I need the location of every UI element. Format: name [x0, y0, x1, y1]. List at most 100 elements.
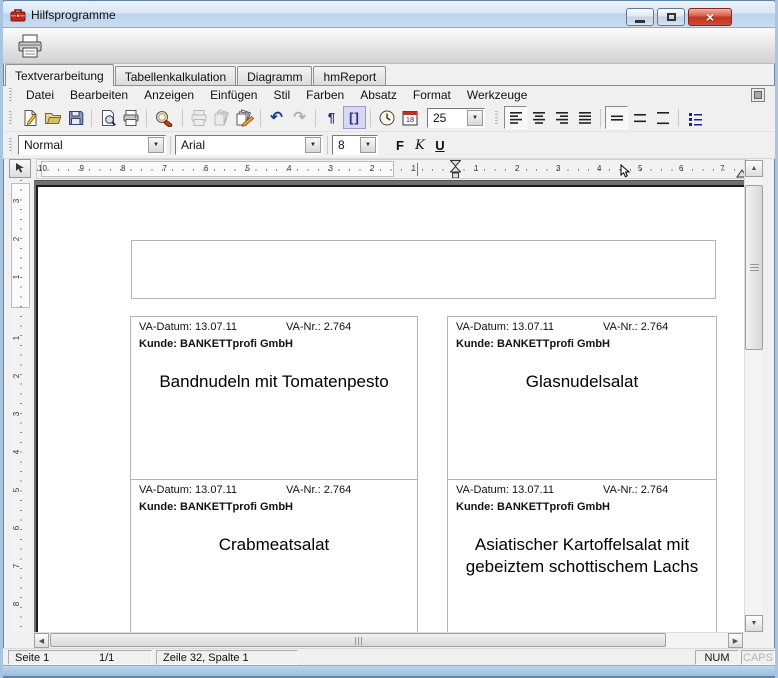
dropdown-arrow-icon[interactable]: ▼: [360, 137, 376, 153]
ruler-number: 4: [12, 449, 22, 455]
edit-labels-button[interactable]: [233, 106, 256, 129]
ruler-number: 1: [474, 164, 479, 173]
scrollbar-corner: [744, 632, 762, 647]
label-cell[interactable]: VA-Datum: 13.07.11 VA-Nr.: 2.764 Kunde: …: [447, 316, 717, 480]
ruler-number: 3: [328, 164, 333, 173]
scroll-down-button[interactable]: ▼: [745, 615, 763, 632]
align-left-button[interactable]: [504, 106, 527, 129]
tab[interactable]: Diagramm: [237, 66, 313, 85]
open-button[interactable]: [41, 106, 64, 129]
document-viewport[interactable]: VA-Datum: 13.07.11 VA-Nr.: 2.764 Kunde: …: [34, 180, 744, 632]
toolbar-gripper[interactable]: [9, 110, 12, 125]
ruler-number: 7: [12, 563, 22, 569]
toolbar-gripper[interactable]: [9, 88, 12, 102]
dropdown-arrow-icon[interactable]: ▼: [305, 137, 321, 153]
titlebar[interactable]: Hilfsprogramme ×: [3, 0, 775, 28]
toolbar-gripper[interactable]: [495, 110, 498, 125]
tab-label: Textverarbeitung: [15, 69, 104, 83]
dropdown-arrow-icon[interactable]: ▼: [148, 137, 164, 153]
bullet-list-button[interactable]: [683, 106, 706, 129]
horizontal-scroll-thumb[interactable]: [50, 633, 666, 647]
label-cell[interactable]: VA-Datum: 13.07.11 VA-Nr.: 2.764 Kunde: …: [447, 479, 717, 632]
label-cell-empty[interactable]: [131, 240, 716, 299]
status-position-panel: Zeile 32, Spalte 1: [156, 650, 298, 665]
menu-item[interactable]: Farben: [298, 88, 352, 102]
ruler-corner-button[interactable]: [9, 159, 31, 178]
tab[interactable]: Textverarbeitung: [5, 64, 114, 86]
horizontal-scrollbar[interactable]: ◀ ▶: [34, 632, 744, 648]
zoom-select[interactable]: 25 ▼: [427, 107, 485, 128]
mouse-cursor: [620, 163, 632, 178]
print-button[interactable]: [119, 106, 142, 129]
menu-item[interactable]: Anzeigen: [136, 88, 202, 102]
menu-item[interactable]: Werkzeuge: [459, 88, 535, 102]
italic-button[interactable]: K: [410, 135, 430, 155]
undo-button[interactable]: ↶: [265, 106, 288, 129]
minimize-button[interactable]: [626, 8, 654, 26]
field-brackets-button[interactable]: []: [343, 106, 366, 129]
line-spacing-single-button[interactable]: [605, 106, 628, 129]
tab[interactable]: hmReport: [313, 66, 387, 85]
insert-date-button[interactable]: 18: [398, 106, 421, 129]
kunde-text: Kunde: BANKETTprofi GmbH: [139, 338, 293, 350]
left-indent-marker[interactable]: [449, 160, 462, 178]
status-num-lock: NUM: [695, 650, 739, 665]
restore-button[interactable]: [657, 8, 685, 26]
font-value: Arial: [181, 138, 206, 152]
menu-item[interactable]: Datei: [18, 88, 62, 102]
brackets-icon: []: [349, 110, 360, 125]
print-labels-button: [187, 106, 210, 129]
menu-corner-button[interactable]: [751, 88, 765, 102]
style-select[interactable]: Normal ▼: [18, 135, 166, 155]
menu-item[interactable]: Bearbeiten: [62, 88, 136, 102]
toolbar-gripper[interactable]: [9, 138, 12, 152]
scroll-right-button[interactable]: ▶: [728, 633, 743, 648]
ruler-number: 6: [679, 164, 684, 173]
thumb-grip-icon: [750, 264, 759, 272]
search-button[interactable]: [151, 106, 178, 129]
save-button[interactable]: [64, 106, 87, 129]
print-preview-button[interactable]: [96, 106, 119, 129]
new-document-icon: [24, 109, 37, 126]
label-title: Asiatischer Kartoffelsalat mit gebeiztem…: [465, 535, 699, 576]
vertical-scrollbar[interactable]: ▲ ▼: [744, 160, 763, 632]
font-size-select[interactable]: 8 ▼: [332, 135, 378, 155]
ruler-number: 3: [556, 164, 561, 173]
ruler-number: 6: [12, 525, 22, 531]
font-select[interactable]: Arial ▼: [175, 135, 323, 155]
underline-button[interactable]: U: [430, 135, 450, 155]
line-spacing-15-button[interactable]: [628, 106, 651, 129]
menu-item[interactable]: Format: [405, 88, 459, 102]
print-button-large[interactable]: [11, 32, 49, 60]
bold-button[interactable]: F: [390, 135, 410, 155]
scroll-left-button[interactable]: ◀: [34, 633, 49, 648]
insert-time-button[interactable]: [375, 106, 398, 129]
application-window: Hilfsprogramme × Textverarbeitung Tabell…: [0, 0, 778, 678]
vertical-scroll-thumb[interactable]: [745, 185, 763, 350]
close-button[interactable]: ×: [688, 8, 732, 26]
dropdown-arrow-icon[interactable]: ▼: [467, 109, 483, 126]
menu-item[interactable]: Absatz: [352, 88, 405, 102]
line-spacing-double-button[interactable]: [651, 106, 674, 129]
separator: [146, 108, 147, 127]
scroll-up-button[interactable]: ▲: [745, 160, 763, 177]
menu-item[interactable]: Stil: [265, 88, 298, 102]
menu-item[interactable]: Einfügen: [202, 88, 265, 102]
document-page[interactable]: VA-Datum: 13.07.11 VA-Nr.: 2.764 Kunde: …: [36, 185, 744, 632]
thumb-grip-icon: [355, 637, 363, 645]
align-right-button[interactable]: [550, 106, 573, 129]
align-center-button[interactable]: [527, 106, 550, 129]
label-cell[interactable]: VA-Datum: 13.07.11 VA-Nr.: 2.764 Kunde: …: [130, 479, 418, 632]
statusbar: Seite 1 1/1 Zeile 32, Spalte 1 NUM CAPS: [3, 648, 775, 665]
separator: [260, 108, 261, 127]
vertical-ruler[interactable]: 3 2 1 1 2 3 4 5 6 7 8: [9, 180, 33, 632]
open-folder-icon: [44, 112, 61, 124]
show-paragraph-marks-button[interactable]: ¶: [320, 106, 343, 129]
label-cell[interactable]: VA-Datum: 13.07.11 VA-Nr.: 2.764 Kunde: …: [130, 316, 418, 480]
tab[interactable]: Tabellenkalkulation: [114, 66, 237, 85]
spacing-single-icon: [610, 115, 623, 121]
align-justify-button[interactable]: [573, 106, 596, 129]
horizontal-ruler[interactable]: 10987654321 12345678: [36, 159, 747, 179]
separator: [315, 108, 316, 127]
new-document-button[interactable]: [18, 106, 41, 129]
